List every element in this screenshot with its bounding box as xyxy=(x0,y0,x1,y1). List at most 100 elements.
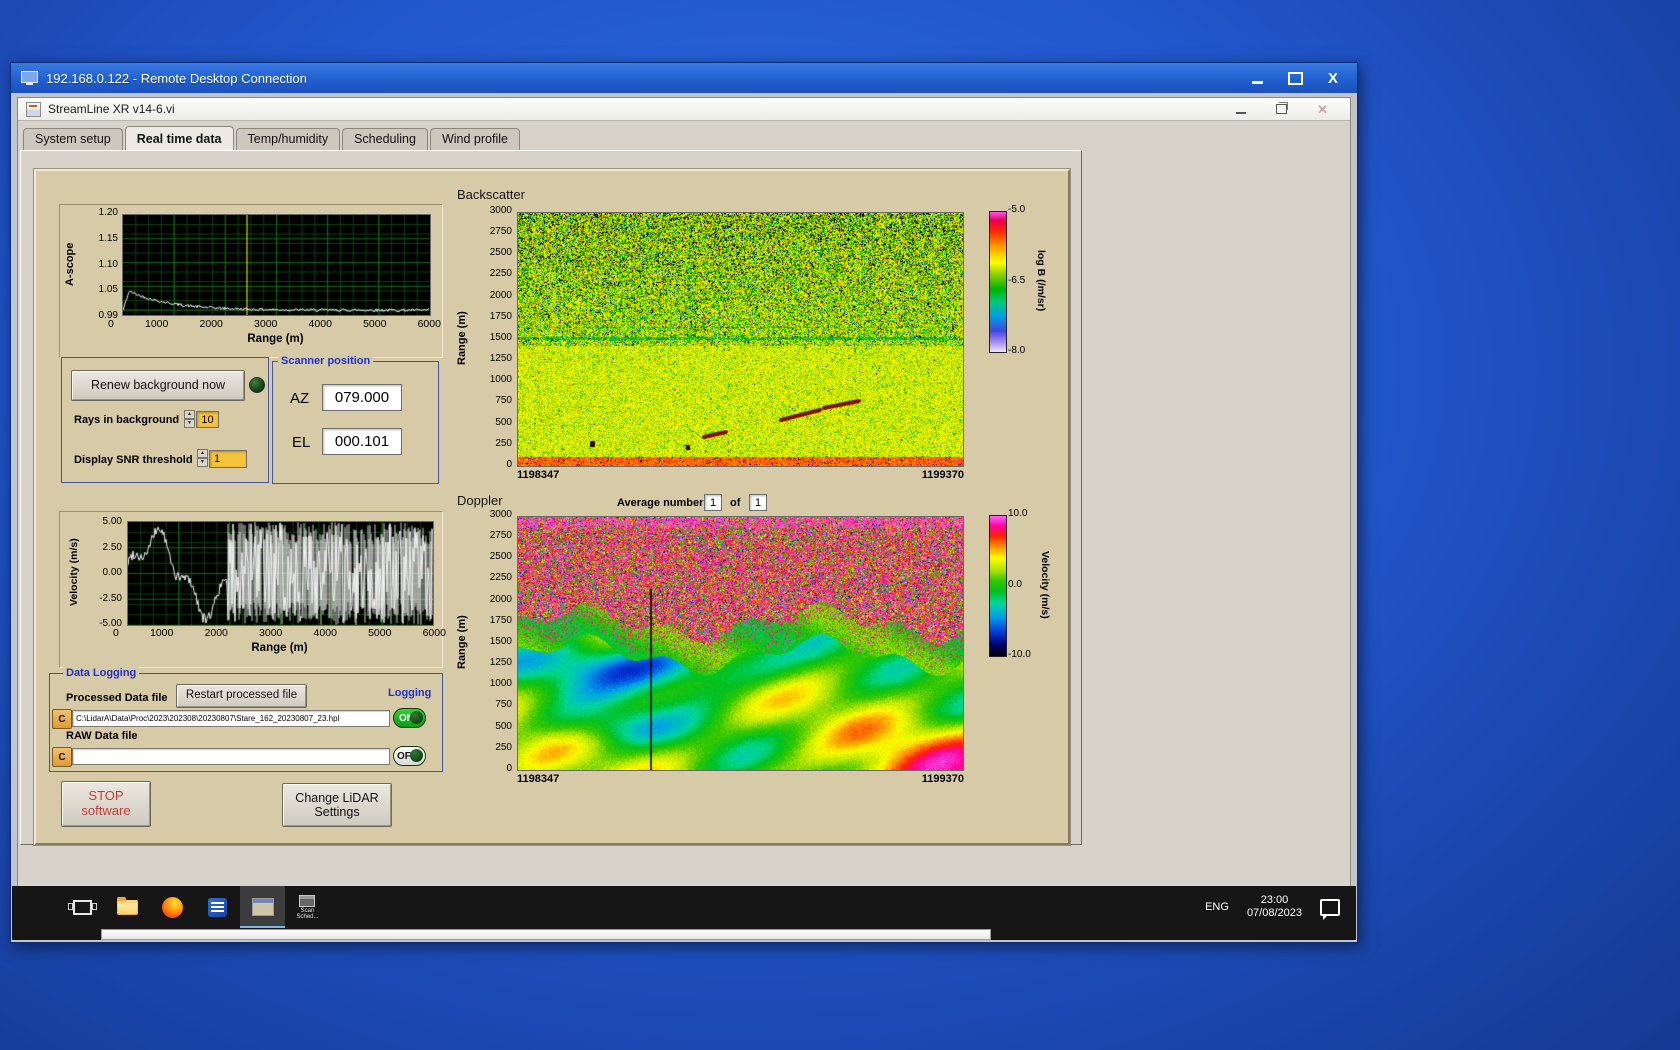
backscatter-heatmap-canvas xyxy=(517,212,964,467)
rdp-titlebar[interactable]: 192.168.0.122 - Remote Desktop Connectio… xyxy=(11,63,1357,93)
tick-label: 3000 xyxy=(489,509,512,520)
language-indicator[interactable]: ENG xyxy=(1205,901,1229,913)
tab-system-setup[interactable]: System setup xyxy=(23,128,123,150)
processed-logging-toggle[interactable]: ON xyxy=(393,708,426,728)
labview-vi-icon xyxy=(26,101,41,117)
ascope-plot-canvas xyxy=(122,214,431,316)
app-window-title: StreamLine XR v14-6.vi xyxy=(48,102,175,116)
spin-down-icon[interactable]: ▼ xyxy=(184,419,195,428)
scanner-position-title: Scanner position xyxy=(278,355,374,367)
snr-threshold-label: Display SNR threshold xyxy=(74,454,193,466)
tick-label: 2250 xyxy=(489,268,512,280)
spin-up-icon[interactable]: ▲ xyxy=(197,449,208,458)
change-line2: Settings xyxy=(314,805,360,819)
rdp-close-button[interactable]: X xyxy=(1319,68,1347,88)
tick-label: 0.00 xyxy=(102,567,122,578)
toggle-knob-icon xyxy=(410,749,423,762)
scan-scheduler-button[interactable]: Scan Sched... xyxy=(285,886,330,928)
backscatter-time-end: 1199370 xyxy=(921,469,964,481)
task-view-button[interactable] xyxy=(60,886,105,928)
toggle-knob-icon xyxy=(410,711,423,724)
velocity-x-tick-labels: 0 1000 2000 3000 4000 5000 6000 xyxy=(113,627,446,639)
snr-spinner[interactable]: ▲ ▼ xyxy=(197,449,208,467)
data-logging-title: Data Logging xyxy=(63,667,140,679)
tick-label: 2000 xyxy=(489,289,512,301)
tick-label: 2750 xyxy=(489,226,512,238)
app-titlebar[interactable]: StreamLine XR v14-6.vi ✕ xyxy=(18,98,1350,121)
tick-label: 250 xyxy=(495,437,512,449)
app-close-icon[interactable]: ✕ xyxy=(1317,103,1328,116)
processed-path-field[interactable]: C:\LidarA\Data\Proc\2023\202308\20230807… xyxy=(72,710,390,727)
rdp-window: 192.168.0.122 - Remote Desktop Connectio… xyxy=(10,62,1358,943)
tick-label: 2.50 xyxy=(102,541,122,553)
doppler-time-end: 1199370 xyxy=(921,773,964,785)
horizontal-scrollbar-thumb[interactable] xyxy=(101,929,991,940)
tick-label: 6000 xyxy=(417,318,441,330)
rays-value-field[interactable]: 10 xyxy=(196,411,219,428)
tick-label: 4000 xyxy=(308,318,332,330)
app-restore-icon[interactable] xyxy=(1276,102,1289,114)
tick-label: 0 xyxy=(506,762,512,774)
doppler-time-start: 1198347 xyxy=(517,773,560,785)
raw-path-field[interactable] xyxy=(72,748,390,765)
task-view-icon xyxy=(68,899,97,915)
tick-label: 0.0 xyxy=(1008,578,1022,590)
doppler-title: Doppler xyxy=(457,493,503,508)
restart-processed-file-button[interactable]: Restart processed file xyxy=(176,684,307,708)
rdp-maximize-button[interactable] xyxy=(1281,68,1309,88)
action-center-icon[interactable] xyxy=(1320,898,1340,920)
rdp-minimize-button[interactable] xyxy=(1243,68,1271,88)
tab-scheduling[interactable]: Scheduling xyxy=(342,128,428,150)
tick-label: -8.0 xyxy=(1008,345,1026,356)
tick-label: 1000 xyxy=(489,374,512,386)
processed-drive-box[interactable]: C xyxy=(52,709,72,729)
renew-background-led xyxy=(249,377,265,393)
raw-logging-toggle[interactable]: OFF xyxy=(393,746,426,766)
tick-label: 1500 xyxy=(489,635,512,647)
snr-value-field[interactable]: 1 xyxy=(209,450,247,468)
raw-data-file-label: RAW Data file xyxy=(66,730,138,742)
app-minimize-icon[interactable] xyxy=(1236,111,1247,114)
rdp-client-area: StreamLine XR v14-6.vi ✕ System setup Rea… xyxy=(12,93,1356,940)
labview-front-panel: A-scope 1.20 1.15 1.10 1.05 0.99 0 1000 2000 30… xyxy=(34,169,1070,845)
backscatter-title: Backscatter xyxy=(457,187,525,202)
streamline-app-button[interactable] xyxy=(240,886,285,928)
firefox-button[interactable] xyxy=(150,886,195,928)
az-label: AZ xyxy=(290,390,310,407)
change-lidar-settings-button[interactable]: Change LiDAR Settings xyxy=(282,783,392,827)
rays-spinner[interactable]: ▲ ▼ xyxy=(184,410,195,428)
tab-real-time-data[interactable]: Real time data xyxy=(124,126,234,150)
scanner-position-group xyxy=(272,361,439,484)
tick-label: 4000 xyxy=(313,627,337,639)
el-label: EL xyxy=(292,434,311,451)
tab-temp-humidity[interactable]: Temp/humidity xyxy=(235,128,341,150)
ascope-y-axis-title: A-scope xyxy=(64,242,76,286)
tick-label: 1500 xyxy=(489,331,512,343)
renew-background-button[interactable]: Renew background now xyxy=(71,370,245,401)
average-number-field[interactable]: 1 xyxy=(704,494,722,511)
taskbar-clock[interactable]: 23:00 07/08/2023 xyxy=(1247,894,1302,920)
document-app-icon xyxy=(208,897,227,917)
velocity-y-tick-labels: 5.00 2.50 0.00 -2.50 -5.00 xyxy=(86,517,122,629)
tick-label: 1000 xyxy=(489,678,512,690)
file-explorer-button[interactable] xyxy=(105,886,150,928)
spin-up-icon[interactable]: ▲ xyxy=(184,410,195,419)
average-of-label: of xyxy=(730,497,741,509)
spin-down-icon[interactable]: ▼ xyxy=(197,458,208,467)
doppler-y-axis-title: Range (m) xyxy=(456,615,468,670)
tick-label: 1.10 xyxy=(98,258,118,270)
tick-label: 0 xyxy=(506,458,512,470)
scan-scheduler-icon: Scan Sched... xyxy=(296,894,319,920)
tab-wind-profile[interactable]: Wind profile xyxy=(429,128,520,150)
tick-label: 1.15 xyxy=(98,232,118,244)
tick-label: 250 xyxy=(495,741,512,753)
maximize-icon xyxy=(1287,71,1303,85)
tick-label: 2500 xyxy=(489,247,512,259)
processed-data-file-label: Processed Data file xyxy=(66,692,168,704)
average-number-label: Average number xyxy=(617,497,704,509)
raw-drive-box[interactable]: C xyxy=(52,747,72,767)
ascope-x-axis-title: Range (m) xyxy=(247,333,304,345)
blue-app-button[interactable] xyxy=(195,886,240,928)
stop-software-button[interactable]: STOP software xyxy=(61,781,151,827)
tick-label: 3000 xyxy=(489,205,512,216)
